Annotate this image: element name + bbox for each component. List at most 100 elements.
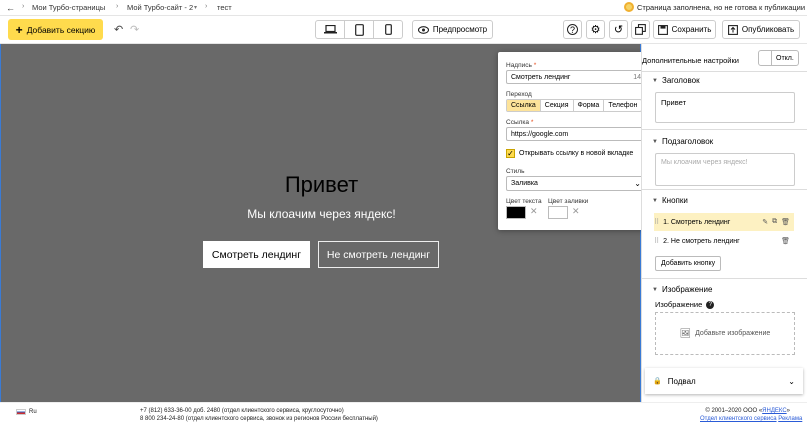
drag-handle-icon[interactable]: ⠿ <box>654 218 659 226</box>
plus-icon: + <box>15 22 23 37</box>
style-value: Заливка <box>511 180 538 187</box>
checkmark-icon: ✓ <box>506 148 515 158</box>
save-button[interactable]: Сохранить <box>653 20 716 39</box>
edit-icon[interactable]: ✎ <box>762 218 768 226</box>
device-switcher <box>315 20 403 39</box>
fill-color-swatch[interactable] <box>548 206 568 219</box>
support-link[interactable]: Отдел клиентского сервиса <box>700 416 777 422</box>
transition-link[interactable]: Ссылка <box>507 100 541 111</box>
russia-flag-icon <box>16 409 26 415</box>
desktop-view-icon[interactable] <box>316 21 345 38</box>
image-icon: 🖼 <box>679 328 692 338</box>
breadcrumb-turbo-pages[interactable]: Мои Турбо-страницы <box>32 3 105 12</box>
duplicate-icon[interactable]: ⧉ <box>772 218 777 226</box>
link-value: https://google.com <box>511 130 569 138</box>
history-icon: ↺ <box>613 24 624 36</box>
chevron-right-icon: › <box>116 3 119 10</box>
footer-section[interactable]: 🔒 Подвал ⌄ <box>645 368 803 394</box>
status-warning-icon <box>624 2 634 12</box>
button-item-label: 1. Смотреть лендинг <box>663 218 731 226</box>
breadcrumb-page: тест <box>217 3 232 12</box>
back-arrow-icon[interactable]: ← <box>6 3 15 13</box>
button-item[interactable]: ⠿ 1. Смотреть лендинг ✎ ⧉ 🗑 <box>654 213 794 231</box>
undo-icon[interactable]: ↶ <box>114 23 123 36</box>
style-select[interactable]: Заливка ⌄ <box>506 176 646 191</box>
button-settings-popover: Надпись * Смотреть лендинг 14 Переход Сс… <box>498 52 654 230</box>
text-color-swatch[interactable] <box>506 206 526 219</box>
chevron-down-icon: ⌄ <box>634 179 641 188</box>
help-icon[interactable]: ? <box>706 300 715 309</box>
contact-info: +7 (812) 633-36-00 доб. 2480 (отдел клие… <box>140 407 378 423</box>
clear-text-color-icon[interactable]: ✕ <box>530 206 538 217</box>
publish-button[interactable]: Опубликовать <box>722 20 800 39</box>
copyright: © 2001–2020 ООО «ЯНДЕКС» <box>705 408 790 414</box>
copy-button[interactable] <box>631 20 650 39</box>
ads-link[interactable]: Реклама <box>778 416 802 422</box>
settings-button[interactable]: ⚙ <box>586 20 605 39</box>
save-icon <box>657 24 668 35</box>
add-image-dropzone[interactable]: 🖼 Добавьте изображение <box>655 312 795 355</box>
trash-icon[interactable]: 🗑 <box>781 237 790 245</box>
trash-icon[interactable]: 🗑 <box>781 218 790 226</box>
phone-line-1: +7 (812) 633-36-00 доб. 2480 (отдел клие… <box>140 408 344 414</box>
help-button[interactable]: ? <box>563 20 582 39</box>
image-label: Изображение ? <box>655 300 715 309</box>
button-item[interactable]: ⠿ 2. Не смотреть лендинг 🗑 <box>654 232 794 250</box>
hero-button-primary[interactable]: Смотреть лендинг <box>203 241 310 268</box>
caption-value: Смотреть лендинг <box>511 73 571 81</box>
add-section-button[interactable]: + Добавить секцию <box>8 19 103 40</box>
yandex-link[interactable]: ЯНДЕКС <box>762 408 787 414</box>
heading-input[interactable]: Привет <box>655 92 795 123</box>
save-label: Сохранить <box>671 25 712 34</box>
settings-panel: Дополнительные настройки Откл. ▼ Заголов… <box>641 44 807 402</box>
toggle-knob <box>759 51 772 65</box>
footer-section-title: Подвал <box>667 376 696 386</box>
chevron-down-icon[interactable]: ▾ <box>194 4 197 11</box>
extra-settings-toggle[interactable]: Откл. <box>758 50 799 66</box>
gear-icon: ⚙ <box>590 24 601 36</box>
transition-phone[interactable]: Телефон <box>604 100 641 111</box>
transition-section[interactable]: Секция <box>541 100 574 111</box>
tablet-view-icon[interactable] <box>345 21 374 38</box>
history-button[interactable]: ↺ <box>609 20 628 39</box>
transition-form[interactable]: Форма <box>574 100 605 111</box>
caption-input[interactable]: Смотреть лендинг 14 <box>506 70 646 84</box>
redo-icon[interactable]: ↷ <box>130 23 139 36</box>
chevron-right-icon: › <box>22 3 25 10</box>
caret-down-icon[interactable]: ▼ <box>652 287 658 293</box>
buttons-section-title[interactable]: Кнопки <box>662 196 688 205</box>
link-input[interactable]: https://google.com <box>506 127 646 141</box>
add-button-button[interactable]: Добавить кнопку <box>655 256 722 271</box>
chevron-down-icon[interactable]: ⌄ <box>788 377 795 386</box>
subheading-section-title[interactable]: Подзаголовок <box>662 137 713 146</box>
language-label: Ru <box>29 409 37 415</box>
page-footer: Ru +7 (812) 633-36-00 доб. 2480 (отдел к… <box>0 402 807 437</box>
new-tab-checkbox[interactable]: ✓ Открывать ссылку в новой вкладке <box>506 149 633 158</box>
help-icon: ? <box>567 24 578 35</box>
hero-button-secondary[interactable]: Не смотреть лендинг <box>318 241 439 268</box>
text-color-label: Цвет текста <box>506 198 542 205</box>
buttons-section: ▼ Кнопки ⠿ 1. Смотреть лендинг ✎ ⧉ 🗑 ⠿ 2… <box>642 189 807 278</box>
subheading-section: ▼ Подзаголовок Мы клоачим через яндекс! <box>642 129 807 189</box>
new-tab-label: Открывать ссылку в новой вкладке <box>519 150 634 157</box>
preview-button[interactable]: Предпросмотр <box>412 20 493 39</box>
chevron-right-icon: › <box>205 3 208 10</box>
image-section: ▼ Изображение Изображение ? 🖼 Добавьте и… <box>642 278 807 400</box>
mobile-view-icon[interactable] <box>374 21 402 38</box>
language-switcher[interactable]: Ru <box>16 409 37 415</box>
caret-down-icon[interactable]: ▼ <box>652 78 658 84</box>
breadcrumb-bar: ← › Мои Турбо-страницы › Мой Турбо-сайт … <box>0 0 807 16</box>
transition-selector: Ссылка Секция Форма Телефон <box>506 99 643 112</box>
heading-section-title[interactable]: Заголовок <box>662 76 700 85</box>
button-item-label: 2. Не смотреть лендинг <box>663 237 740 245</box>
image-section-title[interactable]: Изображение <box>662 285 712 294</box>
clear-fill-color-icon[interactable]: ✕ <box>572 206 580 217</box>
eye-icon <box>417 25 429 34</box>
drag-handle-icon[interactable]: ⠿ <box>654 237 659 245</box>
subheading-input[interactable]: Мы клоачим через яндекс! <box>655 153 795 186</box>
caret-down-icon[interactable]: ▼ <box>652 198 658 204</box>
style-label: Стиль <box>506 168 525 175</box>
breadcrumb-site[interactable]: Мой Турбо-сайт - 2 <box>127 3 193 12</box>
caret-down-icon[interactable]: ▼ <box>652 139 658 145</box>
phone-line-2: 8 800 234-24-80 (отдел клиентского серви… <box>140 416 378 422</box>
